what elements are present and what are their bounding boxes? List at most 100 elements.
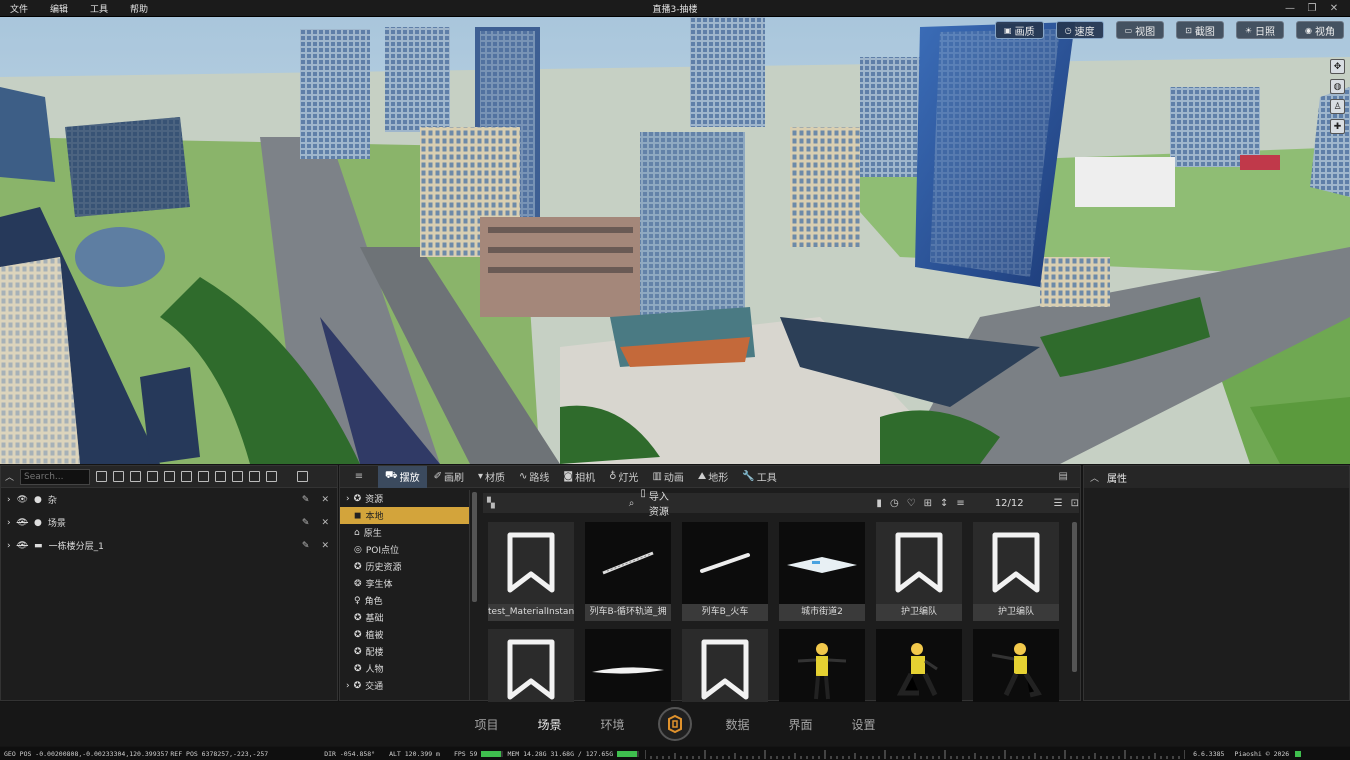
category-basic[interactable]: ✪ 基础 <box>340 609 469 626</box>
file-icon[interactable] <box>113 471 125 482</box>
tab-light[interactable]: ♁ 灯光 <box>602 466 645 488</box>
fps: FPS 59 <box>453 749 478 758</box>
list-icon[interactable] <box>232 471 244 482</box>
tab-animation[interactable]: ▥ 动画 <box>645 466 690 488</box>
tree-item[interactable]: › 👁 ▬ 一栋楼分层_1 ✎ ✕ <box>1 534 337 557</box>
move-icon[interactable]: ✥ <box>1330 59 1345 74</box>
film-icon[interactable] <box>147 471 159 482</box>
expand-arrow-icon[interactable]: › <box>7 541 11 551</box>
hierarchy-search-input[interactable] <box>20 468 91 485</box>
sunlight-button[interactable]: ☀ 日照 <box>1235 21 1285 39</box>
list-view-icon[interactable]: ☰ <box>1054 498 1063 509</box>
add-image-icon[interactable]: ⊞ <box>924 498 932 509</box>
visibility-hidden-icon[interactable]: 👁 <box>17 518 28 528</box>
nav-interface[interactable]: 界面 <box>769 716 832 733</box>
category-history[interactable]: ✪ 历史资源 <box>340 558 469 575</box>
asset-grid-scrollbar[interactable] <box>1072 522 1077 672</box>
asset-count: 12/12 <box>994 497 1024 509</box>
tree-item[interactable]: › 👁 ● 场景 ✎ ✕ <box>1 511 337 534</box>
tree-item[interactable]: › 👁 ● 杂 ✎ ✕ <box>1 488 337 511</box>
delete-icon[interactable]: ✕ <box>321 518 329 528</box>
minimize-icon[interactable]: — <box>1282 0 1298 16</box>
category-resources[interactable]: › ✪ 资源 <box>340 490 469 507</box>
category-twin[interactable]: ❂ 孪生体 <box>340 575 469 592</box>
image-icon[interactable] <box>249 471 261 482</box>
tab-brush[interactable]: ✐ 画刷 <box>427 466 471 488</box>
scene-hierarchy-panel: ︿ › 👁 ● 杂 ✎ ✕ › 👁 ● 场景 ✎ ✕ › 👁 ▬ 一栋楼分层_1 ✎… <box>0 465 338 701</box>
asset-card[interactable]: 城市街道2 <box>779 522 865 621</box>
direction: DIR -054.858° <box>324 749 376 758</box>
category-native[interactable]: ⌂ 原生 <box>340 524 469 541</box>
history-icon[interactable]: ◷ <box>890 498 899 509</box>
nav-data[interactable]: 数据 <box>706 716 769 733</box>
quality-button[interactable]: ▣ 画质 <box>995 21 1044 39</box>
app-logo-button[interactable] <box>658 707 692 741</box>
tab-material[interactable]: ▾ 材质 <box>471 466 512 488</box>
delete-icon[interactable]: ✕ <box>321 495 329 505</box>
nav-project[interactable]: 项目 <box>455 716 518 733</box>
edit-icon[interactable]: ✎ <box>302 518 310 528</box>
view-button[interactable]: ▭ 视图 <box>1115 21 1165 39</box>
visibility-eye-icon[interactable]: 👁 <box>17 495 28 505</box>
nav-environment[interactable]: 环境 <box>581 716 644 733</box>
heart-icon[interactable]: ♡ <box>907 498 916 509</box>
category-traffic[interactable]: › ✪ 交通 <box>340 677 469 694</box>
tab-route[interactable]: ∿ 路线 <box>512 466 556 488</box>
close-window-icon[interactable]: ✕ <box>1326 0 1342 16</box>
collapse-icon[interactable]: ︿ <box>1090 471 1099 484</box>
sort-icon[interactable]: ≡ <box>956 498 964 509</box>
frame-icon[interactable] <box>215 471 227 482</box>
expand-arrow-icon[interactable]: › <box>7 495 11 505</box>
person-icon: ♀ <box>354 595 361 606</box>
calendar-icon[interactable] <box>266 471 278 482</box>
tab-camera[interactable]: ◙ 相机 <box>556 466 602 488</box>
asset-card[interactable]: 护卫编队 <box>973 522 1059 621</box>
asset-card[interactable]: 列车B-循环轨道_拥 <box>585 522 671 621</box>
scene-viewport[interactable]: ▣ 画质 ◷ 速度 ▭ 视图 ⊡ 截图 ☀ 日照 ◉ 视角 ✥ ◍ ♙ ✚ <box>0 17 1350 464</box>
trash-icon[interactable]: ▮ <box>876 498 882 509</box>
person-icon[interactable]: ♙ <box>1330 99 1345 114</box>
bulb-icon: ♁ <box>609 471 617 482</box>
grid-icon[interactable]: ▚ <box>487 498 495 509</box>
edit-icon[interactable]: ✎ <box>302 495 310 505</box>
fps-bar <box>481 750 504 757</box>
visibility-hidden-icon[interactable]: 👁 <box>17 541 28 551</box>
copy-icon[interactable] <box>181 471 193 482</box>
delete-icon[interactable]: ✕ <box>321 541 329 551</box>
globe-icon[interactable]: ◍ <box>1330 79 1345 94</box>
asset-card[interactable]: 列车B_火车 <box>682 522 768 621</box>
tile-view-icon[interactable]: ⊡ <box>1071 498 1079 509</box>
asset-card[interactable]: 护卫编队 <box>876 522 962 621</box>
restore-icon[interactable]: ❐ <box>1304 0 1320 16</box>
viewpoint-button[interactable]: ◉ 视角 <box>1296 21 1344 39</box>
tab-place[interactable]: ⛟ 摆放 <box>378 465 427 488</box>
folder-icon[interactable] <box>96 471 108 482</box>
nav-settings[interactable]: 设置 <box>832 716 895 733</box>
category-local[interactable]: ◼ 本地 <box>340 507 469 524</box>
screenshot-button[interactable]: ⊡ 截图 <box>1176 21 1224 39</box>
group-icon[interactable] <box>164 471 176 482</box>
speed-button[interactable]: ◷ 速度 <box>1055 21 1104 39</box>
menu-icon[interactable]: ≡ <box>340 471 378 482</box>
search-icon[interactable]: ⌕ <box>629 498 635 509</box>
category-vegetation[interactable]: ✪ 植被 <box>340 626 469 643</box>
category-poi[interactable]: ◎ POI点位 <box>340 541 469 558</box>
nav-scene[interactable]: 场景 <box>518 716 581 733</box>
layout-icon[interactable] <box>297 471 309 482</box>
import-button[interactable]: ▯ 导入资源 <box>640 488 670 518</box>
panel-options-icon[interactable]: ▤ <box>1059 471 1068 482</box>
gamepad-icon[interactable]: ✚ <box>1330 119 1345 134</box>
tab-terrain[interactable]: ⛰ 地形 <box>691 466 735 488</box>
edit-icon[interactable]: ✎ <box>302 541 310 551</box>
camera-icon[interactable] <box>130 471 142 482</box>
asset-card[interactable]: test_MaterialInstan <box>488 522 574 621</box>
collapse-icon[interactable]: ︿ <box>5 470 14 483</box>
sort-az-icon[interactable]: ↕ <box>940 498 948 509</box>
link-icon[interactable] <box>198 471 210 482</box>
category-character[interactable]: ♀ 角色 <box>340 592 469 609</box>
category-people[interactable]: ✪ 人物 <box>340 660 469 677</box>
category-buildings[interactable]: ✪ 配楼 <box>340 643 469 660</box>
expand-arrow-icon[interactable]: › <box>7 518 11 528</box>
category-scrollbar[interactable] <box>472 492 477 602</box>
tab-tools[interactable]: 🔧 工具 <box>735 466 783 488</box>
